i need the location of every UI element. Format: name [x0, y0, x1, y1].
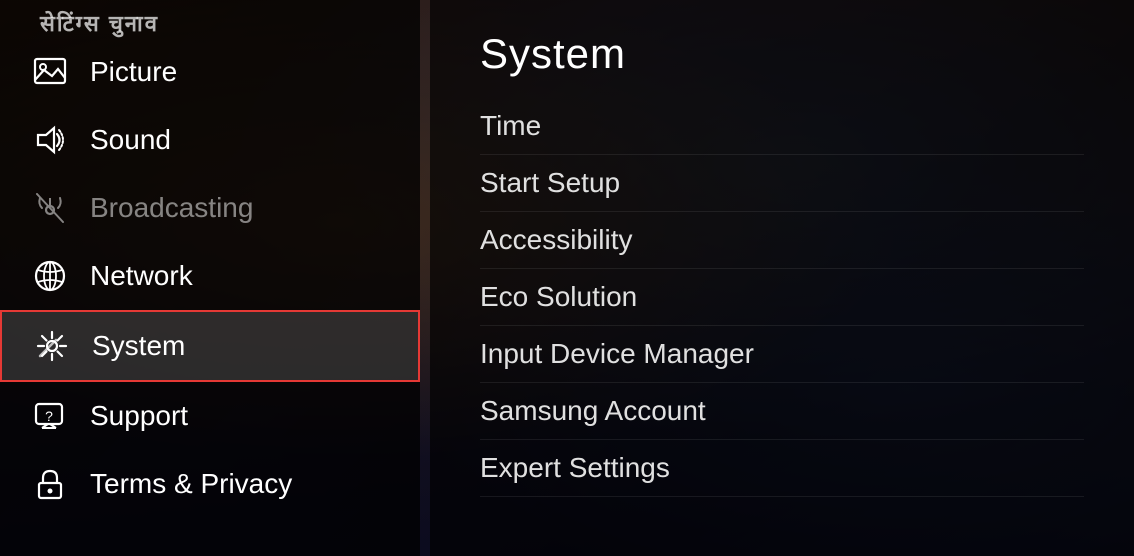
menu-item-start-setup[interactable]: Start Setup: [480, 155, 1084, 212]
sidebar-item-system[interactable]: System: [0, 310, 420, 382]
sidebar-item-label-broadcasting: Broadcasting: [90, 192, 253, 224]
support-icon: ?: [30, 396, 70, 436]
left-nav-panel: Picture Sound Broadcasting: [0, 0, 420, 556]
sidebar-item-network[interactable]: Network: [0, 242, 420, 310]
sidebar-item-picture[interactable]: Picture: [0, 38, 420, 106]
sidebar-item-label-picture: Picture: [90, 56, 177, 88]
sidebar-item-support[interactable]: ? Support: [0, 382, 420, 450]
sidebar-item-label-network: Network: [90, 260, 193, 292]
sidebar-item-label-system: System: [92, 330, 185, 362]
sound-icon: [30, 120, 70, 160]
sidebar-item-label-support: Support: [90, 400, 188, 432]
sidebar-item-label-terms-privacy: Terms & Privacy: [90, 468, 292, 500]
svg-text:?: ?: [45, 408, 53, 424]
sidebar-item-terms-privacy[interactable]: Terms & Privacy: [0, 450, 420, 518]
menu-item-expert-settings[interactable]: Expert Settings: [480, 440, 1084, 497]
menu-item-samsung-account[interactable]: Samsung Account: [480, 383, 1084, 440]
system-menu-list: Time Start Setup Accessibility Eco Solut…: [480, 98, 1084, 497]
top-text: सेटिंग्स चुनाव: [40, 8, 159, 38]
menu-item-input-device-manager[interactable]: Input Device Manager: [480, 326, 1084, 383]
network-icon: [30, 256, 70, 296]
menu-item-time[interactable]: Time: [480, 98, 1084, 155]
system-icon: [32, 326, 72, 366]
menu-item-eco-solution[interactable]: Eco Solution: [480, 269, 1084, 326]
right-content-panel: System Time Start Setup Accessibility Ec…: [430, 0, 1134, 556]
lock-icon: [30, 464, 70, 504]
sidebar-item-label-sound: Sound: [90, 124, 171, 156]
menu-item-accessibility[interactable]: Accessibility: [480, 212, 1084, 269]
picture-icon: [30, 52, 70, 92]
sidebar-item-sound[interactable]: Sound: [0, 106, 420, 174]
sidebar-item-broadcasting[interactable]: Broadcasting: [0, 174, 420, 242]
broadcasting-icon: [30, 188, 70, 228]
system-section-title: System: [480, 30, 1084, 78]
